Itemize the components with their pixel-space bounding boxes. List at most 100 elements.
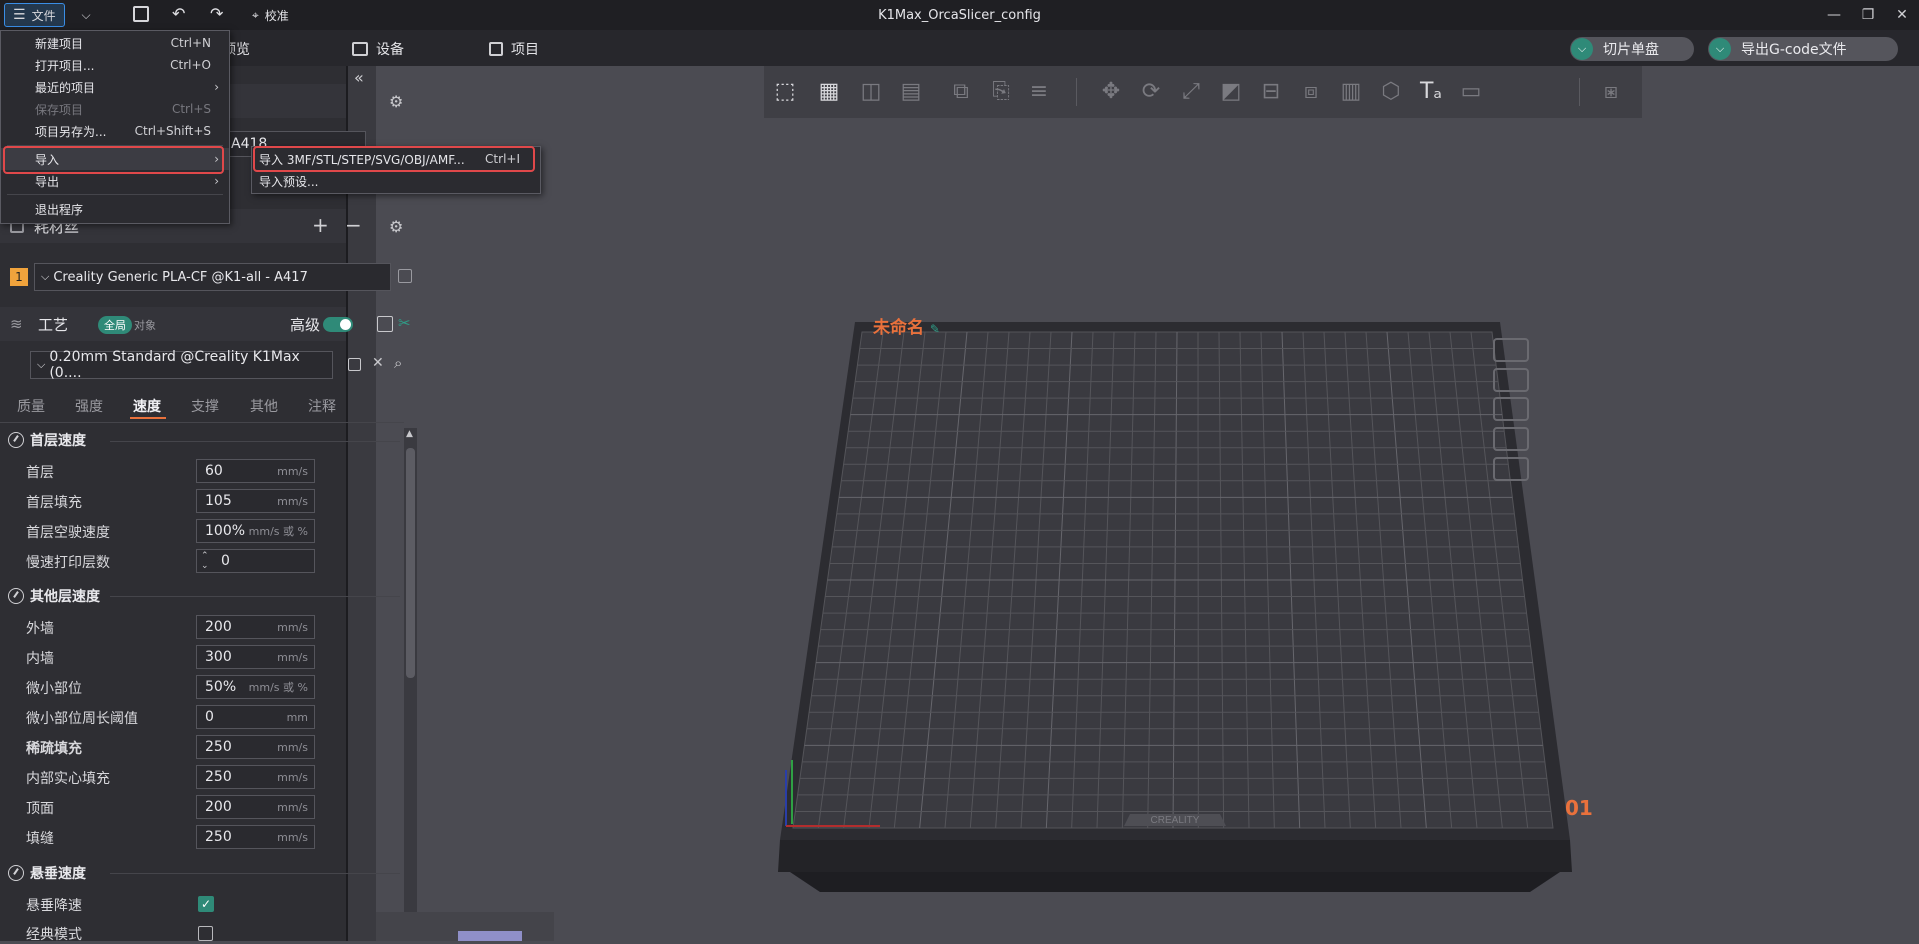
- process-preset-select[interactable]: ⌵ 0.20mm Standard @Creality K1Max (0....: [30, 351, 333, 379]
- filament-slot-badge[interactable]: 1: [10, 268, 28, 286]
- subtab-notes[interactable]: 注释: [308, 396, 336, 416]
- small-perimeter-input[interactable]: 50%mm/s 或 %: [196, 675, 315, 699]
- menu-item-recent-projects[interactable]: 最近的项目›: [1, 76, 229, 98]
- gear-icon[interactable]: ⚙: [389, 217, 403, 236]
- seam-paint-icon[interactable]: ⬡: [1374, 74, 1408, 108]
- subtab-quality[interactable]: 质量: [17, 396, 45, 416]
- advanced-switch[interactable]: [323, 317, 353, 332]
- file-menu-button[interactable]: ☰ 文件: [4, 3, 65, 27]
- spinner-arrows-icon[interactable]: ⌃⌄: [201, 551, 209, 571]
- undo-icon[interactable]: ↶: [172, 4, 185, 23]
- gap-fill-input[interactable]: 250mm/s: [196, 825, 315, 849]
- window-controls: — ❐ ✕: [1817, 0, 1919, 30]
- menu-item-save-project[interactable]: 保存项目Ctrl+S: [1, 98, 229, 120]
- lock-plate-icon[interactable]: [1493, 427, 1529, 451]
- rotate-icon[interactable]: ⟳: [1134, 74, 1168, 108]
- measure-icon[interactable]: ▭: [1454, 74, 1488, 108]
- classic-mode-checkbox[interactable]: [198, 926, 213, 941]
- subtab-support[interactable]: 支撑: [191, 396, 219, 416]
- slow-layers-spinner[interactable]: ⌃⌄ 0: [196, 549, 315, 573]
- arrange-plate-icon[interactable]: [1493, 368, 1529, 392]
- project-icon: [489, 42, 503, 56]
- subtab-others[interactable]: 其他: [250, 396, 278, 416]
- chevron-down-icon[interactable]: ⌵: [1571, 38, 1593, 60]
- plate-thumbnail-strip[interactable]: [376, 912, 554, 941]
- gear-icon[interactable]: ⚙: [389, 92, 403, 111]
- text-tool-icon[interactable]: Tₐ: [1414, 74, 1448, 108]
- filament-preset-select[interactable]: ⌵ Creality Generic PLA-CF @K1-all - A417: [34, 263, 391, 291]
- cut-icon[interactable]: ⊟: [1254, 74, 1288, 108]
- save-icon[interactable]: [348, 358, 361, 371]
- save-icon[interactable]: [133, 6, 149, 22]
- close-icon[interactable]: ✕: [1885, 0, 1919, 30]
- compare-icon[interactable]: ✂: [398, 314, 411, 332]
- minimize-icon[interactable]: —: [1817, 0, 1851, 30]
- small-perimeter-threshold-input[interactable]: 0mm: [196, 705, 315, 729]
- tab-device[interactable]: 设备: [352, 39, 404, 59]
- first-layer-infill-input[interactable]: 105mm/s: [196, 489, 315, 513]
- setting-unit: mm/s: [277, 801, 308, 814]
- setting-unit: mm/s: [277, 495, 308, 508]
- top-surface-input[interactable]: 200mm/s: [196, 795, 315, 819]
- orient-icon[interactable]: ◫: [854, 74, 888, 108]
- tab-project[interactable]: 项目: [489, 39, 539, 59]
- menu-item-quit[interactable]: 退出程序: [1, 198, 229, 220]
- layers-icon[interactable]: ≡: [1022, 74, 1056, 108]
- plate-thumbnail[interactable]: [458, 931, 522, 941]
- slowdown-overhang-checkbox[interactable]: ✓: [198, 896, 214, 912]
- subtab-strength[interactable]: 强度: [75, 396, 103, 416]
- object-toggle[interactable]: 对象: [134, 317, 156, 333]
- assembly-icon[interactable]: ⧆: [1594, 74, 1628, 108]
- scroll-up-icon[interactable]: ▲: [406, 429, 413, 439]
- add-icon[interactable]: +: [312, 213, 329, 237]
- menu-item-label: 项目另存为...: [35, 123, 106, 140]
- slice-plate-button[interactable]: ⌵ 切片单盘: [1570, 37, 1694, 61]
- menu-item-import-presets[interactable]: 导入预设...: [252, 170, 540, 192]
- list-view-icon[interactable]: [377, 316, 393, 332]
- chevron-down-icon[interactable]: ⌵: [76, 5, 96, 25]
- first-layer-travel-input[interactable]: 100%mm/s 或 %: [196, 519, 315, 543]
- arrange-icon[interactable]: ▤: [894, 74, 928, 108]
- edit-icon[interactable]: [398, 269, 412, 283]
- inner-wall-input[interactable]: 300mm/s: [196, 645, 315, 669]
- move-icon[interactable]: ✥: [1094, 74, 1128, 108]
- search-icon[interactable]: ⌕: [394, 354, 402, 372]
- scale-icon[interactable]: ⤢: [1174, 74, 1208, 108]
- add-object-icon[interactable]: ⬚: [768, 74, 802, 108]
- restore-icon[interactable]: ❐: [1851, 0, 1885, 30]
- chevron-down-icon[interactable]: ⌵: [1709, 38, 1731, 60]
- plate-name-label[interactable]: 未命名 ✎: [873, 313, 940, 338]
- internal-solid-infill-input[interactable]: 250mm/s: [196, 765, 315, 789]
- collapse-strip: «: [348, 66, 376, 941]
- calibrate-button[interactable]: ⌖ 校准: [252, 7, 289, 24]
- process-icon: ≋: [10, 315, 23, 333]
- export-gcode-button[interactable]: ⌵ 导出G-code文件: [1708, 37, 1898, 61]
- boolean-icon[interactable]: ⧈: [1294, 74, 1328, 108]
- close-icon[interactable]: ✕: [372, 355, 384, 371]
- outer-wall-input[interactable]: 200mm/s: [196, 615, 315, 639]
- copy-icon[interactable]: ⧉: [944, 74, 978, 108]
- orient-plate-icon[interactable]: [1493, 397, 1529, 421]
- build-plate[interactable]: CREALITY: [760, 300, 1600, 900]
- menu-item-save-project-as[interactable]: 项目另存为...Ctrl+Shift+S: [1, 120, 229, 142]
- paste-icon[interactable]: ⎘: [984, 74, 1018, 108]
- setting-label: 悬垂降速: [26, 895, 82, 915]
- lay-on-face-icon[interactable]: ◩: [1214, 74, 1248, 108]
- remove-icon[interactable]: −: [345, 213, 362, 237]
- add-plate-icon[interactable]: ▦: [812, 74, 846, 108]
- menu-item-new-project[interactable]: 新建项目Ctrl+N: [1, 32, 229, 54]
- sparse-infill-input[interactable]: 250mm/s: [196, 735, 315, 759]
- subtab-speed[interactable]: 速度: [133, 396, 161, 416]
- support-paint-icon[interactable]: ▥: [1334, 74, 1368, 108]
- edit-icon[interactable]: ✎: [930, 322, 940, 336]
- delete-plate-icon[interactable]: [1493, 338, 1529, 362]
- menu-item-open-project[interactable]: 打开项目...Ctrl+O: [1, 54, 229, 76]
- first-layer-speed-input[interactable]: 60mm/s: [196, 459, 315, 483]
- collapse-panel-icon[interactable]: «: [354, 68, 364, 87]
- plate-settings-icon[interactable]: [1493, 457, 1529, 481]
- menu-item-label: 最近的项目: [35, 79, 95, 96]
- settings-scrollbar[interactable]: ▲: [404, 428, 417, 941]
- scroll-thumb[interactable]: [406, 448, 415, 678]
- global-toggle[interactable]: 全局: [98, 316, 132, 334]
- redo-icon[interactable]: ↷: [210, 4, 223, 23]
